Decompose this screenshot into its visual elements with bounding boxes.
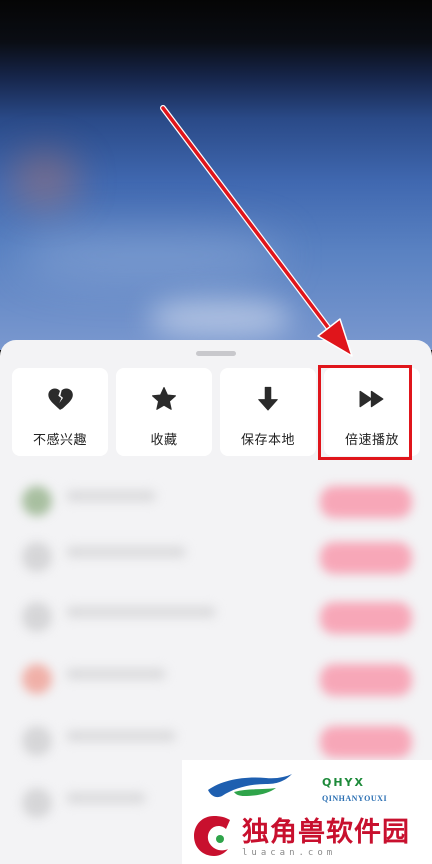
video-blur-area: [10, 150, 80, 210]
broken-heart-icon: [46, 385, 74, 413]
avatar: [22, 788, 52, 818]
list-item-placeholder: [66, 792, 146, 804]
list-item-action-placeholder: [320, 726, 412, 758]
star-icon: [150, 385, 178, 413]
drag-handle[interactable]: [196, 351, 236, 356]
watermark-subtitle: QINHANYOUXI: [322, 794, 388, 803]
list-item-action-placeholder: [320, 486, 412, 518]
list-item-action-placeholder: [320, 664, 412, 696]
watermark-url: luacan.com: [242, 848, 337, 858]
avatar: [22, 542, 52, 572]
list-item: [0, 478, 432, 526]
list-item: [0, 594, 432, 642]
list-item-placeholder: [66, 668, 166, 680]
list-item-placeholder: [66, 490, 156, 502]
list-item-placeholder: [66, 730, 176, 742]
list-item-placeholder: [66, 606, 216, 618]
list-item: [0, 718, 432, 766]
avatar: [22, 726, 52, 756]
save-local-label: 保存本地: [240, 433, 295, 448]
favorite-button[interactable]: 收藏: [116, 368, 212, 456]
avatar: [22, 664, 52, 694]
list-item: [0, 534, 432, 582]
not-interested-button[interactable]: 不感兴趣: [12, 368, 108, 456]
video-blur-area: [20, 230, 280, 280]
list-item: [0, 656, 432, 704]
watermark-main-text: 独角兽软件园: [242, 817, 410, 848]
not-interested-label: 不感兴趣: [32, 433, 87, 448]
save-local-button[interactable]: 保存本地: [220, 368, 316, 456]
list-item-action-placeholder: [320, 602, 412, 634]
list-item-placeholder: [66, 546, 186, 558]
video-background: [0, 0, 432, 350]
unicorn-logo-icon: [194, 816, 230, 856]
watermark-brand: QHYX: [322, 776, 366, 789]
watermark: QHYX QINHANYOUXI 独角兽软件园 luacan.com: [182, 760, 432, 864]
dragon-logo-icon: [208, 774, 292, 798]
avatar: [22, 486, 52, 516]
favorite-label: 收藏: [150, 433, 178, 448]
avatar: [22, 602, 52, 632]
video-blur-area: [150, 300, 290, 336]
download-arrow-icon: [254, 385, 282, 413]
list-item-action-placeholder: [320, 542, 412, 574]
annotation-highlight-box: [318, 365, 412, 460]
